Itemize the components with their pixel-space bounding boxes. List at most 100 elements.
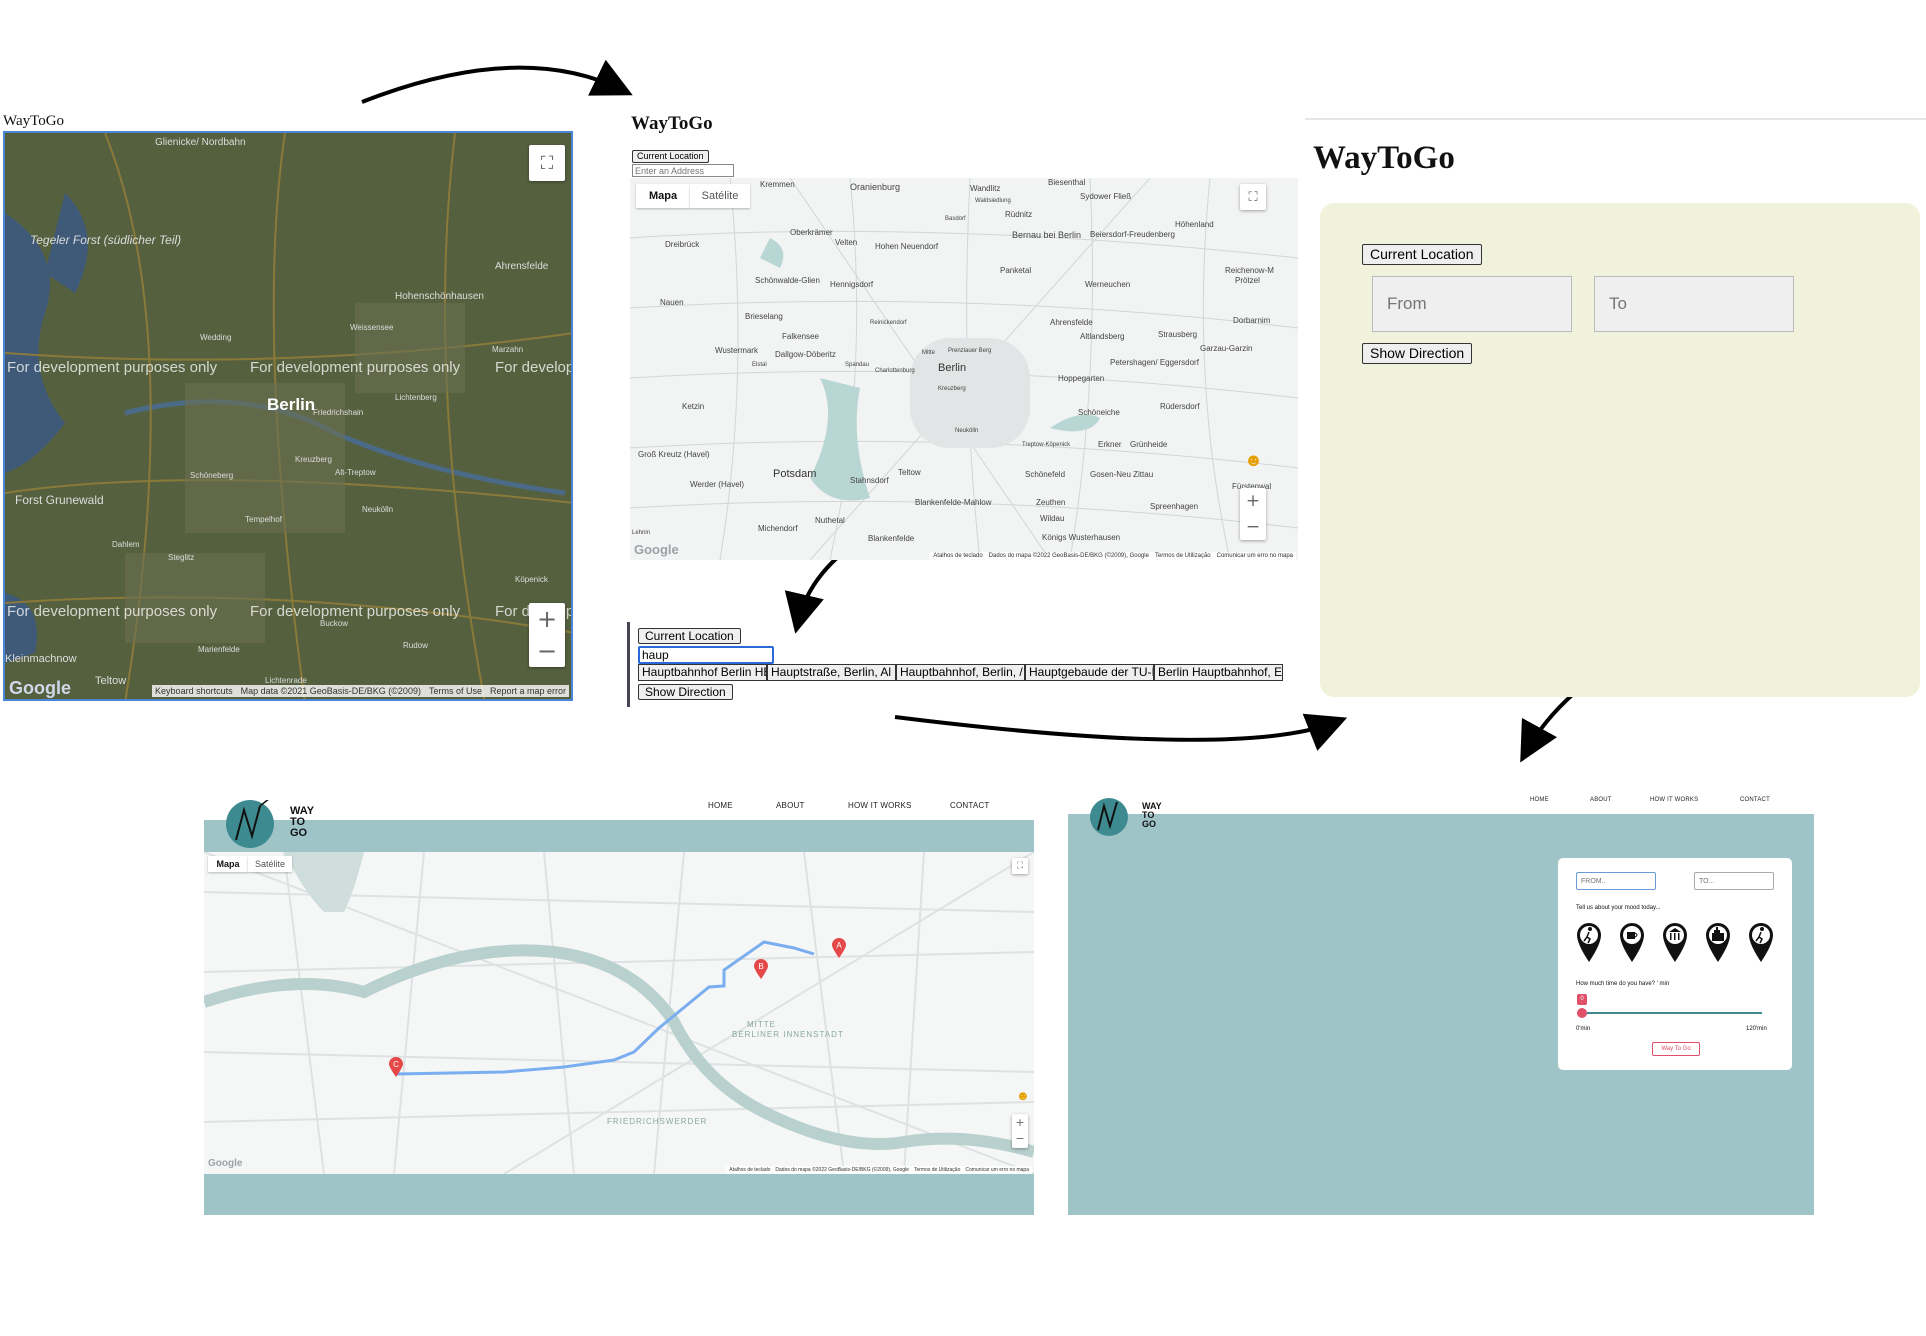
nav-home[interactable]: HOME (1530, 797, 1549, 803)
terms-link[interactable]: Termos de Utilização (1155, 553, 1211, 559)
from-input[interactable] (1576, 872, 1656, 890)
time-slider-track[interactable] (1582, 1012, 1762, 1014)
map-data-credit: Dados do mapa ©2022 GeoBasis-DE/BKG (©20… (775, 1167, 909, 1173)
current-location-button[interactable]: Current Location (632, 150, 709, 163)
place-label: Michendorf (758, 524, 798, 533)
logo-icon[interactable] (226, 800, 274, 848)
place-label: Strausberg (1158, 330, 1198, 339)
place-label: Erkner (1098, 440, 1122, 449)
address-input[interactable] (638, 646, 774, 664)
place-label: Hohenschönhausen (395, 291, 484, 302)
logo-icon[interactable] (1090, 798, 1128, 836)
fullscreen-icon[interactable]: ⛶ (1240, 184, 1266, 210)
nav-contact[interactable]: CONTACT (1740, 797, 1770, 803)
place-label: Gosen-Neu Zittau (1090, 470, 1154, 479)
tab-satellite[interactable]: Satélite (248, 856, 292, 872)
current-location-button[interactable]: Current Location (1362, 244, 1482, 265)
suggestion-item[interactable]: Hauptbahnhof, Berlin, / (896, 664, 1025, 681)
zoom-in-icon[interactable]: + (1015, 1115, 1024, 1131)
address-input[interactable] (632, 164, 734, 177)
place-label: Nauen (660, 298, 684, 307)
tab-map[interactable]: Mapa (208, 856, 248, 872)
walk-pin-icon[interactable] (1748, 922, 1774, 962)
coffee-pin-icon[interactable] (1619, 922, 1645, 962)
fullscreen-icon[interactable]: ⛶ (529, 145, 565, 181)
panel-3-autocomplete: Current Location Hauptbahnhof Berlin HE … (627, 622, 1290, 707)
walk-pin-icon[interactable] (1576, 922, 1602, 962)
suggestion-item[interactable]: Berlin Hauptbahnhof, E (1154, 664, 1283, 681)
zoom-control[interactable]: + − (529, 603, 565, 667)
terms-link[interactable]: Terms of Use (429, 686, 482, 696)
place-label: Nuthetal (815, 516, 845, 525)
zoom-control[interactable]: + − (1012, 1114, 1028, 1148)
keyboard-shortcuts-link[interactable]: Atalhos de teclado (933, 553, 982, 559)
place-label: Ahrensfelde (495, 261, 549, 272)
time-label: How much time do you have? ' min (1576, 981, 1670, 987)
place-label: Königs Wusterhausen (1042, 533, 1121, 542)
map-dark[interactable]: For development purposes only For develo… (3, 131, 573, 701)
place-label: Charlottenburg (875, 368, 915, 374)
route-map[interactable]: Mapa Satélite A B C BERLINER INNENSTADT … (204, 852, 1034, 1174)
place-label: Weissensee (350, 323, 394, 332)
place-label: Hohen Neuendorf (875, 242, 939, 251)
report-error-link[interactable]: Report a map error (490, 686, 566, 696)
place-label: Höhenland (1175, 220, 1214, 229)
current-location-button[interactable]: Current Location (638, 628, 741, 644)
place-label: Lichtenrade (265, 676, 307, 685)
map-light[interactable]: Mapa Satélite Berlin Kremmen Oranienburg… (630, 178, 1298, 560)
zoom-out-icon[interactable]: − (1246, 514, 1260, 540)
tab-map[interactable]: Mapa (636, 184, 690, 208)
suggestion-item[interactable]: Hauptbahnhof Berlin HE (638, 664, 767, 681)
zoom-in-icon[interactable]: + (1246, 488, 1260, 514)
logo-text: WAY TO GO (1142, 801, 1162, 829)
svg-text:A: A (836, 941, 842, 950)
nav-how-it-works[interactable]: HOW IT WORKS (1650, 797, 1698, 803)
place-label: Oberkrämer (790, 228, 833, 237)
route-marker[interactable]: B (754, 959, 768, 984)
to-input[interactable] (1594, 276, 1794, 332)
map-attribution: Atalhos de teclado Dados do mapa ©2022 G… (726, 1166, 1032, 1174)
fullscreen-icon[interactable]: ⛶ (1012, 858, 1028, 874)
tab-satellite[interactable]: Satélite (690, 184, 750, 208)
place-label: Rüdersdorf (1160, 402, 1200, 411)
show-direction-button[interactable]: Show Direction (638, 684, 733, 700)
from-input[interactable] (1372, 276, 1572, 332)
suggestion-item[interactable]: Hauptgebaude der TU-I (1025, 664, 1154, 681)
place-label: Kleinmachnow (5, 653, 77, 665)
place-label: Oranienburg (850, 182, 901, 192)
route-marker[interactable]: C (389, 1057, 403, 1082)
zoom-out-icon[interactable]: − (537, 635, 557, 667)
slider-max-label: 120'min (1746, 1026, 1767, 1032)
place-label: Waldsiedlung (975, 198, 1011, 204)
nav-contact[interactable]: CONTACT (950, 801, 989, 810)
nav-home[interactable]: HOME (708, 801, 733, 810)
zoom-in-icon[interactable]: + (537, 603, 557, 635)
report-error-link[interactable]: Comunicar um erro no mapa (965, 1167, 1029, 1173)
show-direction-button[interactable]: Show Direction (1362, 343, 1473, 364)
nav-how-it-works[interactable]: HOW IT WORKS (848, 801, 912, 810)
mood-label: Tell us about your mood today... (1576, 905, 1661, 911)
to-input[interactable] (1694, 872, 1774, 890)
way-to-go-button[interactable]: Way To Go (1652, 1042, 1700, 1056)
report-error-link[interactable]: Comunicar um erro no mapa (1217, 553, 1293, 559)
suggestion-item[interactable]: Hauptstraße, Berlin, Al (767, 664, 896, 681)
pegman-icon[interactable]: ☻ (1244, 450, 1263, 476)
route-marker[interactable]: A (832, 938, 846, 963)
place-label: Hennigsdorf (830, 280, 874, 289)
place-label: Wandlitz (970, 184, 1001, 193)
place-label: Ketzin (682, 402, 705, 411)
zoom-out-icon[interactable]: − (1015, 1131, 1024, 1147)
terms-link[interactable]: Termos de Utilização (914, 1167, 960, 1173)
museum-pin-icon[interactable] (1662, 922, 1688, 962)
keyboard-shortcuts-link[interactable]: Keyboard shortcuts (155, 686, 233, 696)
keyboard-shortcuts-link[interactable]: Atalhos de teclado (729, 1167, 770, 1173)
place-label: Potsdam (773, 468, 817, 480)
autocomplete-suggestions: Hauptbahnhof Berlin HE Hauptstraße, Berl… (638, 664, 1283, 681)
city-pin-icon[interactable] (1705, 922, 1731, 962)
nav-about[interactable]: ABOUT (1590, 797, 1612, 803)
zoom-control[interactable]: + − (1240, 488, 1266, 540)
pegman-icon[interactable]: ☻ (1016, 1088, 1030, 1103)
time-slider-thumb[interactable] (1577, 1008, 1587, 1018)
nav-about[interactable]: ABOUT (776, 801, 805, 810)
time-slider-value: 0 (1577, 994, 1587, 1005)
